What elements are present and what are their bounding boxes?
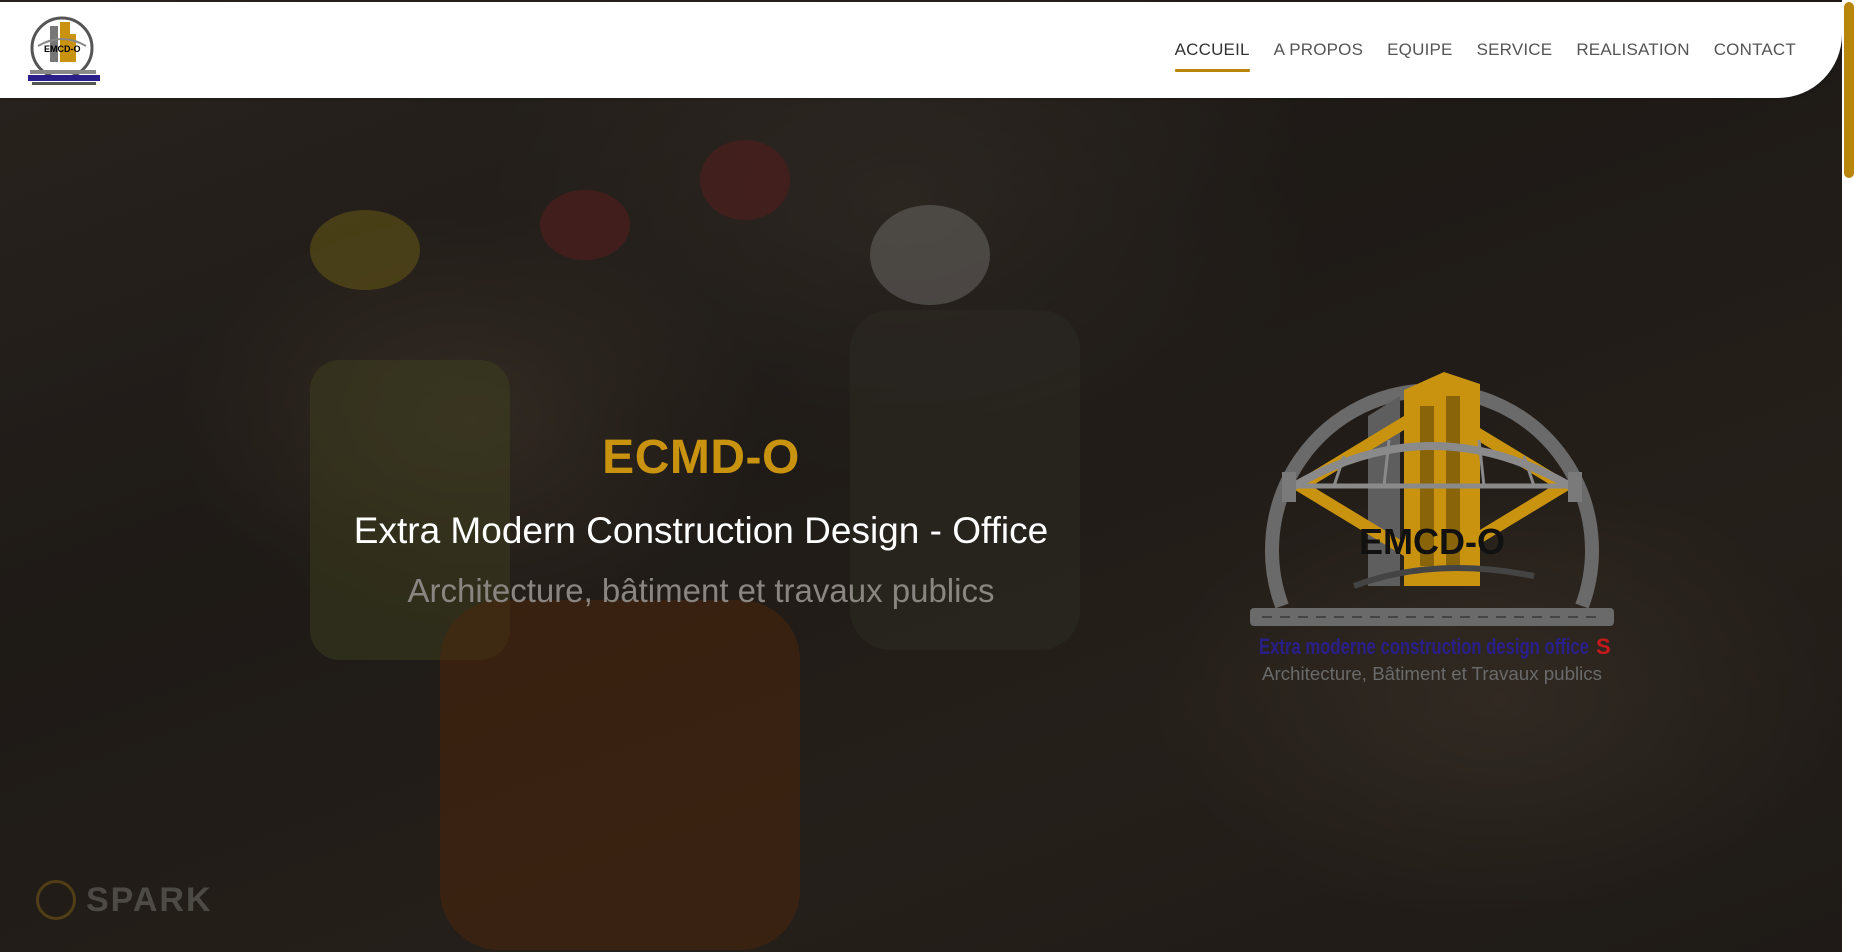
- emblem-line1-suffix: S: [1596, 634, 1611, 659]
- nav-item-a-propos[interactable]: A PROPOS: [1274, 40, 1363, 72]
- watermark-circle-icon: [36, 880, 76, 920]
- scrollbar-thumb[interactable]: [1844, 2, 1854, 178]
- site-header: EMCD-O ACCUEIL A PROPOS EQUIPE SERVICE R…: [0, 2, 1842, 98]
- emblem-name: EMCD-O: [1359, 521, 1505, 562]
- hero-emblem: EMCD-O Extra moderne construction design…: [1234, 336, 1630, 698]
- page: EMCD-O ACCUEIL A PROPOS EQUIPE SERVICE R…: [0, 0, 1855, 952]
- nav-item-contact[interactable]: CONTACT: [1714, 40, 1796, 72]
- emblem-logo-icon: EMCD-O Extra moderne construction design…: [1250, 372, 1614, 684]
- watermark-text: SPARK: [86, 880, 213, 919]
- nav-item-equipe[interactable]: EQUIPE: [1387, 40, 1452, 72]
- emblem-line1: Extra moderne construction design office: [1259, 634, 1589, 659]
- scrollbar[interactable]: [1842, 0, 1855, 952]
- main-nav: ACCUEIL A PROPOS EQUIPE SERVICE REALISAT…: [1174, 40, 1796, 72]
- site-logo[interactable]: EMCD-O: [24, 12, 106, 88]
- nav-item-accueil[interactable]: ACCUEIL: [1174, 40, 1250, 72]
- watermark: SPARK: [36, 880, 213, 920]
- hero-title: ECMD-O: [602, 431, 800, 484]
- nav-item-realisation[interactable]: REALISATION: [1576, 40, 1689, 72]
- hero-tagline: Architecture, bâtiment et travaux public…: [407, 572, 995, 609]
- emblem-line2: Architecture, Bâtiment et Travaux public…: [1262, 664, 1602, 684]
- hero-subtitle: Extra Modern Construction Design - Offic…: [353, 510, 1049, 551]
- logo-text: EMCD-O: [44, 44, 81, 54]
- nav-item-service[interactable]: SERVICE: [1477, 40, 1553, 72]
